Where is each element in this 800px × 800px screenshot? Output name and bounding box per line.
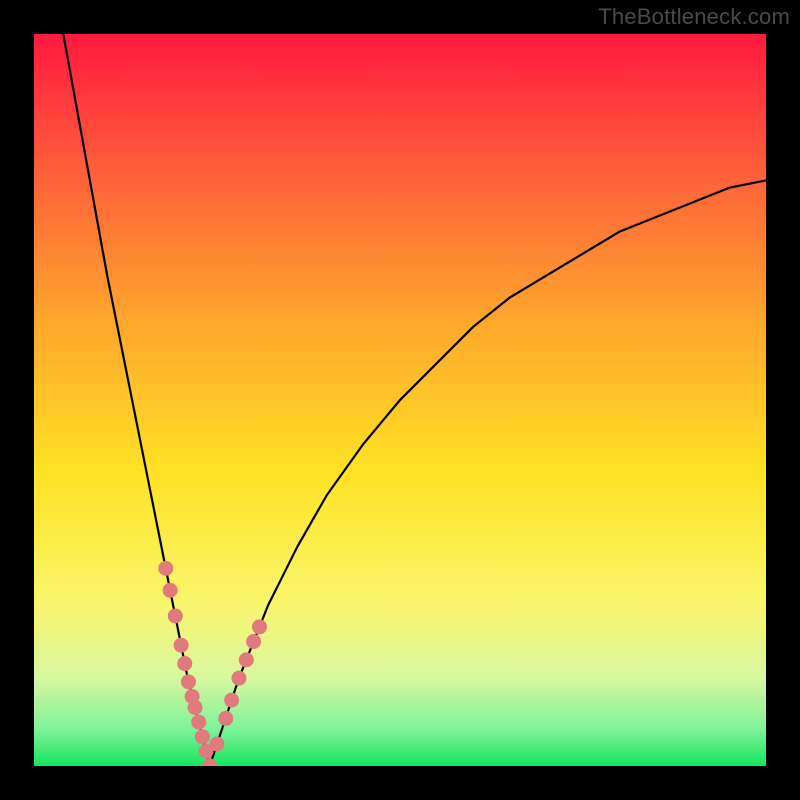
marker-point xyxy=(177,656,192,671)
marker-point xyxy=(202,759,217,767)
curve-right-branch xyxy=(210,180,766,766)
marker-point xyxy=(163,583,178,598)
chart-svg xyxy=(34,34,766,766)
watermark-text: TheBottleneck.com xyxy=(598,4,790,30)
marker-point xyxy=(246,634,261,649)
marker-point xyxy=(218,711,233,726)
marker-point xyxy=(252,619,267,634)
marker-point xyxy=(181,674,196,689)
marker-point xyxy=(158,561,173,576)
marker-point xyxy=(195,729,210,744)
marker-point xyxy=(188,700,203,715)
outer-frame: TheBottleneck.com xyxy=(0,0,800,800)
marker-point xyxy=(231,671,246,686)
marker-point xyxy=(191,715,206,730)
marker-point xyxy=(210,737,225,752)
marker-point xyxy=(224,693,239,708)
curve-left-branch xyxy=(63,34,209,766)
marker-point xyxy=(239,652,254,667)
markers-group xyxy=(158,561,267,766)
marker-point xyxy=(174,638,189,653)
plot-area xyxy=(34,34,766,766)
marker-point xyxy=(168,608,183,623)
